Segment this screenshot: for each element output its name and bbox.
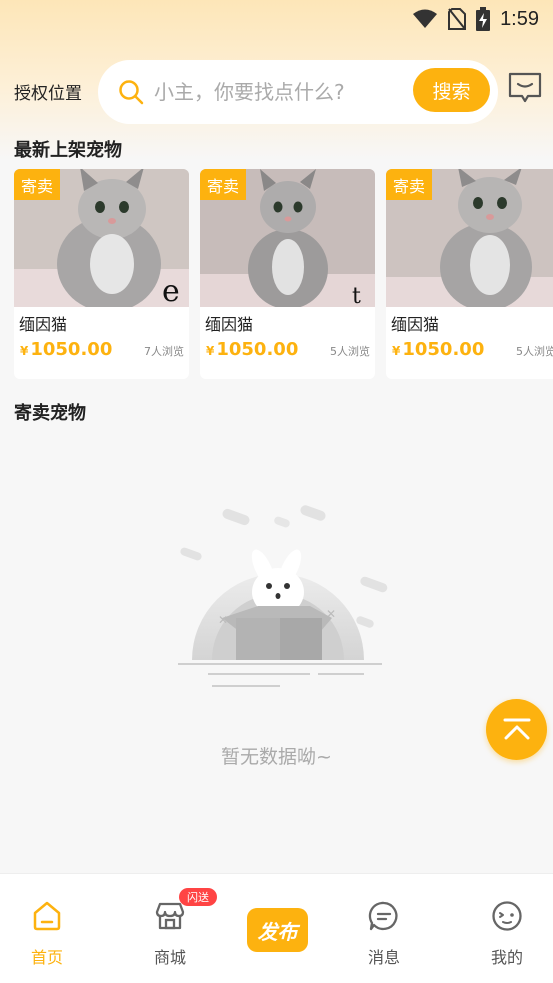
price-value: 1050.00 <box>216 339 299 360</box>
pet-card[interactable]: t 寄卖 缅因猫 ¥1050.00 5人浏览 <box>200 169 375 379</box>
status-time: 1:59 <box>500 7 539 30</box>
price-value: 1050.00 <box>402 339 485 360</box>
flash-delivery-badge: 闪送 <box>179 888 217 906</box>
tab-home[interactable]: 首页 <box>0 874 102 983</box>
view-count: 7人浏览 <box>144 345 184 358</box>
price-value: 1050.00 <box>30 339 113 360</box>
svg-text:✕: ✕ <box>326 607 336 621</box>
consign-badge: 寄卖 <box>386 169 432 200</box>
home-icon <box>33 901 61 931</box>
tab-label: 首页 <box>30 948 63 967</box>
chat-message-icon[interactable] <box>508 72 542 104</box>
shop-icon <box>155 902 185 930</box>
currency-symbol: ¥ <box>206 344 215 358</box>
svg-text:t: t <box>352 284 361 307</box>
pet-price: ¥1050.00 <box>206 339 298 360</box>
pet-price: ¥1050.00 <box>20 339 112 360</box>
tab-label: 商城 <box>153 948 186 967</box>
consign-section-title: 寄卖宠物 <box>14 403 86 424</box>
pet-name: 缅因猫 <box>391 315 440 334</box>
search-icon <box>119 80 144 105</box>
search-input[interactable] <box>154 74 404 110</box>
search-row: 授权位置 搜索 <box>0 60 553 124</box>
search-button[interactable]: 搜索 <box>413 68 490 112</box>
view-count: 5人浏览 <box>516 345 553 358</box>
publish-button[interactable]: 发布 <box>247 908 308 952</box>
pet-price: ¥1050.00 <box>392 339 484 360</box>
back-to-top-button[interactable] <box>486 699 547 760</box>
location-button[interactable]: 授权位置 <box>14 79 82 104</box>
tab-label: 消息 <box>367 948 400 967</box>
view-count: 5人浏览 <box>330 345 370 358</box>
currency-symbol: ¥ <box>392 344 401 358</box>
search-box[interactable]: 搜索 <box>98 60 498 124</box>
battery-charging-icon <box>476 7 491 31</box>
latest-section-title: 最新上架宠物 <box>14 140 122 161</box>
pet-name: 缅因猫 <box>205 315 254 334</box>
tab-label: 我的 <box>490 948 523 967</box>
svg-text:✕: ✕ <box>218 613 228 627</box>
arrow-to-top-icon <box>503 718 530 739</box>
empty-state-text: 暂无数据呦~ <box>221 746 332 768</box>
latest-pet-list: e 寄卖 缅因猫 ¥1050.00 7人浏览 t 寄卖 缅因猫 ¥ 1050.0… <box>14 169 553 381</box>
message-icon <box>368 901 398 931</box>
wifi-icon <box>413 9 438 28</box>
consign-badge: 寄卖 <box>14 169 60 200</box>
profile-icon <box>492 901 522 931</box>
empty-state-illustration: ✕ ✕ <box>178 505 388 687</box>
status-bar: 1:59 <box>0 0 553 38</box>
pet-card[interactable]: e 寄卖 缅因猫 ¥1050.00 7人浏览 <box>14 169 189 379</box>
currency-symbol: ¥ <box>20 344 29 358</box>
tab-messages[interactable]: 消息 <box>329 874 439 983</box>
tab-profile[interactable]: 我的 <box>452 874 553 983</box>
pet-name: 缅因猫 <box>19 315 68 334</box>
consign-badge: 寄卖 <box>200 169 246 200</box>
pet-card[interactable]: 寄卖 缅因猫 ¥1050.00 5人浏览 <box>386 169 553 379</box>
no-sim-icon <box>448 8 467 30</box>
svg-text:e: e <box>162 274 180 307</box>
